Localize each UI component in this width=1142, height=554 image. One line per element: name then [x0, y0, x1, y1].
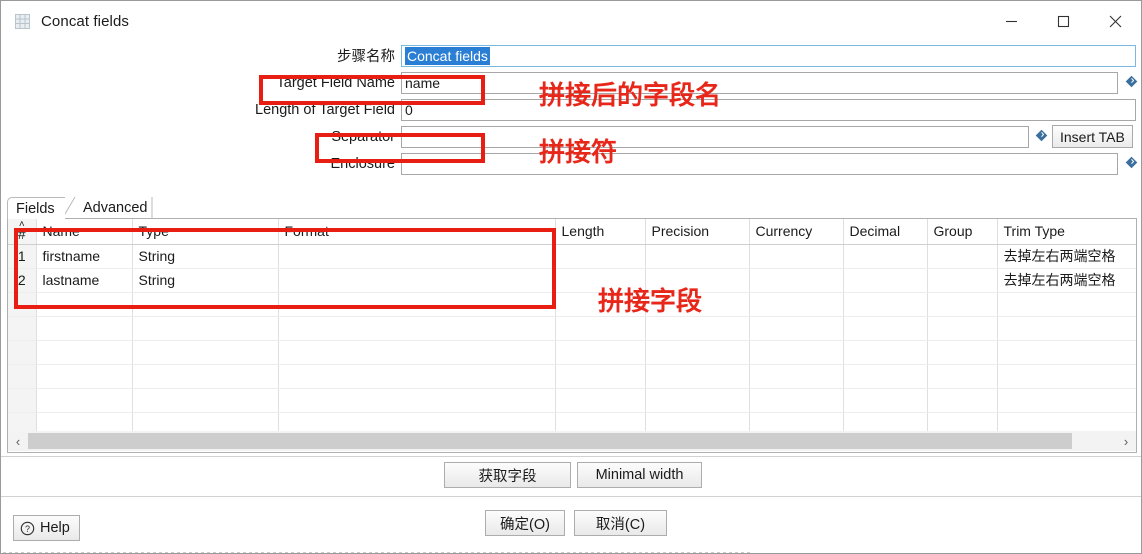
annotation-target-field-name: 拼接后的字段名	[539, 81, 722, 111]
separator-line-top	[1, 456, 1141, 457]
help-button[interactable]: ? Help	[13, 515, 80, 541]
title-bar: Concat fields	[1, 1, 1141, 42]
label-step-name: 步骤名称	[337, 49, 395, 65]
column-header-type[interactable]: Type	[132, 219, 279, 245]
table-row-empty[interactable]	[8, 388, 1136, 413]
step-name-input[interactable]: Concat fields	[401, 44, 1136, 67]
tab-strip: Fields Advanced	[7, 197, 1137, 219]
label-enclosure: Enclosure	[330, 155, 395, 172]
fields-table[interactable]: ˄ # Name Type Format Length Precision Cu…	[7, 218, 1137, 453]
scroll-left-arrow-icon[interactable]: ‹	[8, 431, 28, 451]
cell-length[interactable]	[555, 244, 646, 269]
cell-index: 2	[8, 268, 37, 293]
table-row-empty[interactable]	[8, 292, 1136, 317]
column-header-length[interactable]: Length	[555, 219, 646, 245]
cell-name[interactable]: lastname	[36, 268, 133, 293]
window-controls	[985, 1, 1141, 42]
cell-group[interactable]	[927, 268, 998, 293]
label-target-field-name: Target Field Name	[276, 74, 395, 91]
column-header-name[interactable]: Name	[36, 219, 133, 245]
cell-group[interactable]	[927, 244, 998, 269]
maximize-button[interactable]	[1037, 1, 1089, 42]
column-header-group[interactable]: Group	[927, 219, 998, 245]
scrollbar-track[interactable]	[28, 431, 1116, 451]
cell-format[interactable]	[278, 244, 556, 269]
grid-icon	[15, 14, 30, 29]
column-header-decimal[interactable]: Decimal	[843, 219, 928, 245]
table-header-row: ˄ # Name Type Format Length Precision Cu…	[8, 219, 1136, 245]
cancel-button[interactable]: 取消(C)	[574, 510, 667, 536]
target-field-name-input[interactable]: name	[401, 71, 1118, 94]
table-row[interactable]: 1 firstname String 去掉左右两端空格	[8, 244, 1136, 269]
cell-index: 1	[8, 244, 37, 269]
cell-type[interactable]: String	[132, 244, 279, 269]
scroll-right-arrow-icon[interactable]: ›	[1116, 431, 1136, 451]
cell-currency[interactable]	[749, 268, 844, 293]
form-row-step-name: 步骤名称 Concat fields	[1, 42, 1141, 69]
column-header-precision[interactable]: Precision	[645, 219, 750, 245]
tab-advanced[interactable]: Advanced	[75, 197, 158, 219]
tab-end-slant	[151, 197, 171, 219]
column-header-trim-type[interactable]: Trim Type	[997, 219, 1136, 245]
svg-text:?: ?	[25, 524, 30, 534]
tab-advanced-label: Advanced	[83, 200, 148, 216]
enclosure-input[interactable]: "	[401, 152, 1118, 175]
variable-diamond-icon[interactable]	[1125, 156, 1138, 169]
minimize-button[interactable]	[985, 1, 1037, 42]
minimal-width-button[interactable]: Minimal width	[577, 462, 702, 488]
cell-trim-type[interactable]: 去掉左右两端空格	[997, 244, 1136, 269]
annotation-fields: 拼接字段	[598, 287, 703, 317]
table-body: 1 firstname String 去掉左右两端空格 2 lastname S…	[8, 244, 1136, 437]
close-button[interactable]	[1089, 1, 1141, 42]
length-of-target-field-input[interactable]: 0	[401, 98, 1136, 121]
length-of-target-field-value: 0	[405, 101, 413, 118]
table-row-empty[interactable]	[8, 364, 1136, 389]
table-row-empty[interactable]	[8, 316, 1136, 341]
label-length-of-target-field: Length of Target Field	[255, 101, 395, 118]
question-mark-icon: ?	[20, 521, 35, 536]
enclosure-value: "	[405, 155, 410, 172]
cell-decimal[interactable]	[843, 244, 928, 269]
table-row-empty[interactable]	[8, 340, 1136, 365]
annotation-separator: 拼接符	[539, 138, 618, 168]
target-field-name-value: name	[405, 74, 441, 91]
column-header-currency[interactable]: Currency	[749, 219, 844, 245]
variable-diamond-icon[interactable]	[1035, 129, 1048, 142]
concat-fields-dialog: Concat fields 步骤名称 Concat fields Target …	[0, 0, 1142, 554]
insert-tab-button[interactable]: Insert TAB	[1052, 125, 1133, 148]
cell-format[interactable]	[278, 268, 556, 293]
cell-type[interactable]: String	[132, 268, 279, 293]
column-header-format[interactable]: Format	[278, 219, 556, 245]
cell-decimal[interactable]	[843, 268, 928, 293]
variable-diamond-icon[interactable]	[1125, 75, 1138, 88]
help-button-label: Help	[40, 520, 70, 536]
column-header-index-label: #	[17, 225, 26, 242]
cell-precision[interactable]	[645, 244, 750, 269]
separator-line-bottom	[1, 496, 1141, 497]
step-name-value: Concat fields	[405, 46, 490, 65]
tab-fields-label: Fields	[16, 200, 55, 217]
fields-grid: ˄ # Name Type Format Length Precision Cu…	[8, 219, 1136, 437]
cell-name[interactable]: firstname	[36, 244, 133, 269]
cell-trim-type[interactable]: 去掉左右两端空格	[997, 268, 1136, 293]
cell-currency[interactable]	[749, 244, 844, 269]
ok-button[interactable]: 确定(O)	[485, 510, 565, 536]
tab-fields[interactable]: Fields	[7, 197, 65, 219]
table-horizontal-scrollbar[interactable]: ‹ ›	[8, 431, 1136, 451]
scrollbar-thumb[interactable]	[28, 433, 1073, 449]
separator-input[interactable]	[401, 125, 1029, 148]
get-fields-button[interactable]: 获取字段	[444, 462, 571, 488]
table-row[interactable]: 2 lastname String 去掉左右两端空格	[8, 268, 1136, 293]
label-separator: Separator	[331, 128, 395, 145]
window-title: Concat fields	[41, 13, 130, 30]
column-header-index[interactable]: ˄ #	[8, 219, 37, 245]
